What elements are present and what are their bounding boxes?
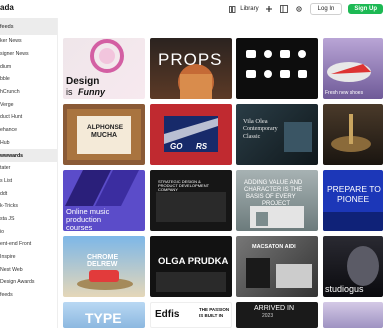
sidebar-item[interactable]: hCrunch xyxy=(0,86,57,99)
sidebar-item[interactable]: io xyxy=(0,225,57,238)
sidebar-item[interactable]: duct Hunt xyxy=(0,111,57,124)
sidebar-item[interactable]: s List xyxy=(0,175,57,188)
feed-card[interactable]: GO RS xyxy=(150,104,232,165)
card-title: Edfis xyxy=(155,309,180,320)
sidebar-item[interactable]: wwwards xyxy=(0,149,57,162)
app-title: ada xyxy=(0,3,14,12)
feed-card[interactable]: PROPS xyxy=(150,38,232,99)
card-title: Funny xyxy=(78,87,105,97)
card-title: courses xyxy=(66,223,93,231)
card-title: ALPHONSE xyxy=(87,124,124,131)
card-title: PREPARE TO xyxy=(327,184,381,194)
card-title: MUCHA xyxy=(91,132,118,139)
feed-card[interactable]: Online music production courses xyxy=(63,170,145,231)
card-title: RS xyxy=(196,142,208,151)
card-title: Vila Olea xyxy=(243,118,268,125)
sidebar-item[interactable]: bble xyxy=(0,73,57,86)
card-title: Classic xyxy=(243,134,261,140)
card-title: Design xyxy=(66,76,100,87)
feed-card[interactable]: OLGA PRUDKA xyxy=(150,236,232,297)
feed-card[interactable]: MACSATON AIDI xyxy=(236,236,318,297)
feed-card[interactable]: Vila Olea Contemporary Classic xyxy=(236,104,318,165)
card-title: GO xyxy=(170,142,183,151)
card-title: MACSATON AIDI xyxy=(252,244,296,250)
feed-card[interactable]: TYPE xyxy=(63,302,145,328)
sidebar-item[interactable]: signer News xyxy=(0,48,57,61)
card-artwork xyxy=(246,50,307,78)
sidebar-item[interactable]: ddt xyxy=(0,187,57,200)
feed-card[interactable]: Edfis THE PASSION IS BUILT IN xyxy=(150,302,232,328)
card-artwork xyxy=(331,114,371,152)
card-title: studiogus xyxy=(325,284,364,294)
header-actions: Library Log In Sign Up xyxy=(228,2,383,16)
sidebar: feeds ker News signer News dium bble hCrunch… xyxy=(0,18,58,328)
feed-card[interactable]: ARRIVED IN 2023 xyxy=(236,302,318,328)
card-title: 2023 xyxy=(262,313,274,319)
card-title: PROPS xyxy=(158,50,223,69)
sidebar-item[interactable]: dium xyxy=(0,60,57,73)
sidebar-item[interactable]: Hub xyxy=(0,137,57,150)
add-icon[interactable] xyxy=(265,5,274,14)
sidebar-heading: feeds xyxy=(0,18,57,35)
card-title: OLGA PRUDKA xyxy=(158,256,229,267)
feed-card[interactable] xyxy=(236,38,318,99)
feed-card[interactable]: studiogus xyxy=(323,236,383,297)
card-title: TYPE xyxy=(85,310,122,326)
library-icon xyxy=(228,5,237,14)
library-label: Library xyxy=(240,6,259,12)
feed-card[interactable]: Design is Funny xyxy=(63,38,145,99)
card-title: PROJECT xyxy=(262,201,291,207)
card-title: PIONEE xyxy=(337,194,370,204)
feed-card[interactable]: Fresh new shoes xyxy=(323,38,383,99)
login-button[interactable]: Log In xyxy=(309,3,343,15)
card-title: THE PASSION xyxy=(199,307,230,312)
sidebar-item[interactable]: tater xyxy=(0,162,57,175)
card-title: Contemporary xyxy=(243,126,278,132)
feed-card[interactable] xyxy=(323,104,383,165)
signup-button[interactable]: Sign Up xyxy=(348,4,383,14)
card-title: CHROME xyxy=(87,254,119,261)
card-title: BASIS OF EVERY xyxy=(246,194,296,200)
feed-card[interactable]: CHROME DELREW xyxy=(63,236,145,297)
sidebar-item[interactable]: sta JS xyxy=(0,213,57,226)
sidebar-item[interactable]: Nest Web xyxy=(0,263,57,276)
card-title: IS BUILT IN xyxy=(199,313,224,318)
card-title: ARRIVED IN xyxy=(254,305,295,312)
card-title: is xyxy=(66,87,73,97)
feed-card[interactable]: STRATEGIC DESIGN & PRODUCT DEVELOPMENT C… xyxy=(150,170,232,231)
card-title: Fresh new shoes xyxy=(325,90,364,96)
sidebar-item[interactable]: ker News xyxy=(0,35,57,48)
sidebar-item[interactable]: Verge xyxy=(0,98,57,111)
sidebar-item[interactable]: k-Tricks xyxy=(0,200,57,213)
feed-card[interactable] xyxy=(323,302,383,328)
layout-icon[interactable] xyxy=(280,5,289,14)
sidebar-item[interactable]: ehance xyxy=(0,124,57,137)
top-bar: ada Library Log In Sign Up xyxy=(0,0,383,18)
sidebar-item[interactable]: Design Awards xyxy=(0,276,57,289)
card-artwork xyxy=(164,116,218,152)
feed-card[interactable]: PREPARE TO PIONEE xyxy=(323,170,383,231)
settings-icon[interactable] xyxy=(295,5,304,14)
feed-card[interactable]: ADDING VALUE AND CHARACTER IS THE BASIS … xyxy=(236,170,318,231)
card-title: ADDING VALUE AND xyxy=(244,180,303,186)
sidebar-list: ker News signer News dium bble hCrunch Verge d… xyxy=(0,35,57,301)
library-button[interactable]: Library xyxy=(228,5,259,14)
sidebar-item[interactable]: Inspire xyxy=(0,251,57,264)
card-title: CHARACTER IS THE xyxy=(244,187,303,193)
sidebar-item[interactable]: ent-end Front xyxy=(0,238,57,251)
card-title: DELREW xyxy=(87,261,118,268)
card-title: COMPANY xyxy=(158,187,178,192)
sidebar-item[interactable]: feeds xyxy=(0,289,57,302)
feed-card[interactable]: ALPHONSE MUCHA xyxy=(63,104,145,165)
